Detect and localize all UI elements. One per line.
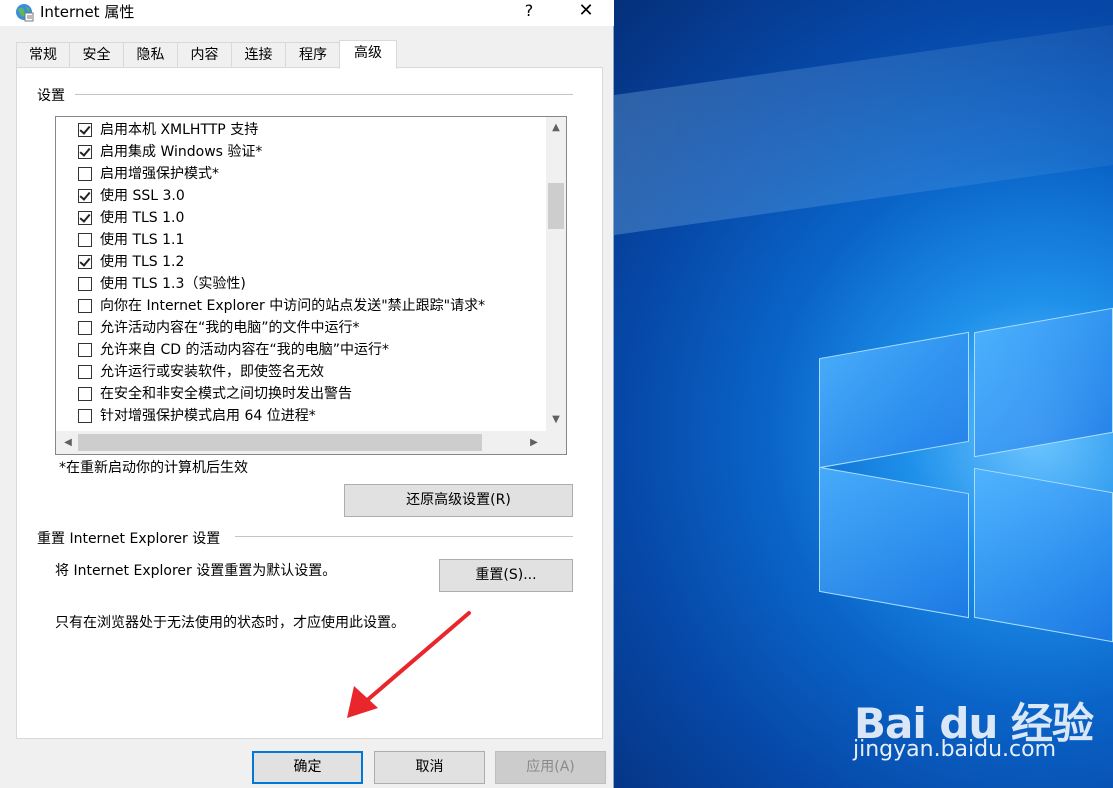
baidu-watermark-url: jingyan.baidu.com — [853, 737, 1057, 762]
checkbox-unchecked[interactable] — [78, 233, 92, 247]
tab-advanced[interactable]: 高级 — [339, 40, 397, 69]
setting-item-label: 向你在 Internet Explorer 中访问的站点发送"禁止跟踪"请求* — [100, 298, 486, 314]
setting-item-label: 使用 TLS 1.2 — [100, 254, 185, 270]
settings-group-divider — [75, 94, 573, 95]
advanced-tab-panel: 设置 启用本机 XMLHTTP 支持 启用集成 Windows 验证* 启用增强保护… — [16, 67, 603, 739]
setting-item-label: 使用 TLS 1.3（实验性) — [100, 276, 246, 292]
tab-general[interactable]: 常规 — [16, 42, 70, 68]
vertical-scroll-thumb[interactable] — [548, 183, 564, 229]
reset-button[interactable]: 重置(S)... — [439, 559, 573, 592]
tab-security[interactable]: 安全 — [69, 42, 124, 68]
settings-list[interactable]: 启用本机 XMLHTTP 支持 启用集成 Windows 验证* 启用增强保护模式*… — [55, 116, 567, 455]
title-bar[interactable]: Internet 属性 ? ✕ — [0, 0, 614, 26]
ok-button[interactable]: 确定 — [252, 751, 363, 784]
scroll-down-icon[interactable]: ▼ — [546, 411, 566, 429]
checkbox-unchecked[interactable] — [78, 277, 92, 291]
desktop-wallpaper — [614, 0, 1113, 788]
checkbox-unchecked[interactable] — [78, 167, 92, 181]
cancel-button[interactable]: 取消 — [374, 751, 485, 784]
settings-group-label: 设置 — [37, 85, 71, 105]
setting-item-label: 使用 TLS 1.0 — [100, 210, 185, 226]
checkbox-unchecked[interactable] — [78, 387, 92, 401]
restart-note: *在重新启动你的计算机后生效 — [59, 460, 248, 476]
scroll-left-icon[interactable]: ◀ — [58, 434, 78, 452]
checkbox-unchecked[interactable] — [78, 321, 92, 335]
scroll-corner — [545, 431, 566, 454]
checkbox-unchecked[interactable] — [78, 299, 92, 313]
windows-logo-pane-tr — [974, 307, 1113, 458]
setting-item-label: 允许运行或安装软件，即使签名无效 — [100, 364, 324, 380]
horizontal-scrollbar[interactable]: ◀ ▶ — [56, 431, 547, 454]
setting-item-label: 允许活动内容在“我的电脑”的文件中运行* — [100, 320, 360, 336]
checkbox-checked[interactable] — [78, 211, 92, 225]
windows-logo-pane-br — [974, 467, 1113, 643]
reset-description: 将 Internet Explorer 设置重置为默认设置。 — [55, 563, 337, 579]
setting-item-label: 启用本机 XMLHTTP 支持 — [100, 122, 259, 138]
checkbox-checked[interactable] — [78, 189, 92, 203]
checkbox-checked[interactable] — [78, 255, 92, 269]
apply-button[interactable]: 应用(A) — [495, 751, 606, 784]
windows-logo-pane-bl — [819, 466, 969, 619]
help-button[interactable]: ? — [514, 0, 544, 24]
windows-logo-pane-tl — [819, 331, 969, 469]
setting-item-label: 在安全和非安全模式之间切换时发出警告 — [100, 386, 352, 402]
reset-warning: 只有在浏览器处于无法使用的状态时，才应使用此设置。 — [55, 615, 405, 631]
setting-item-label: 使用 TLS 1.1 — [100, 232, 185, 248]
scroll-up-icon[interactable]: ▲ — [546, 119, 566, 137]
setting-item-label: 针对增强保护模式启用 64 位进程* — [100, 408, 316, 424]
checkbox-checked[interactable] — [78, 145, 92, 159]
window-title: Internet 属性 — [40, 3, 135, 21]
setting-item-label: 启用集成 Windows 验证* — [100, 144, 263, 160]
reset-group-label: 重置 Internet Explorer 设置 — [37, 528, 227, 548]
vertical-scrollbar[interactable]: ▲ ▼ — [546, 117, 566, 431]
checkbox-checked[interactable] — [78, 123, 92, 137]
setting-item-label: 启用增强保护模式* — [100, 166, 219, 182]
reset-group-divider — [235, 536, 573, 537]
tab-connections[interactable]: 连接 — [231, 42, 286, 68]
tab-privacy[interactable]: 隐私 — [123, 42, 178, 68]
scroll-right-icon[interactable]: ▶ — [524, 434, 544, 452]
checkbox-unchecked[interactable] — [78, 409, 92, 423]
checkbox-unchecked[interactable] — [78, 365, 92, 379]
restore-advanced-settings-button[interactable]: 还原高级设置(R) — [344, 484, 573, 517]
setting-item-label: 允许来自 CD 的活动内容在“我的电脑”中运行* — [100, 342, 389, 358]
checkbox-unchecked[interactable] — [78, 343, 92, 357]
internet-globe-icon — [16, 4, 34, 22]
close-button[interactable]: ✕ — [566, 0, 606, 24]
setting-item-label: 使用 SSL 3.0 — [100, 188, 185, 204]
internet-options-dialog: Internet 属性 ? ✕ 常规 安全 隐私 内容 连接 程序 高级 设置 … — [0, 0, 614, 788]
tab-programs[interactable]: 程序 — [285, 42, 341, 68]
tab-content[interactable]: 内容 — [177, 42, 232, 68]
horizontal-scroll-thumb[interactable] — [78, 434, 482, 451]
